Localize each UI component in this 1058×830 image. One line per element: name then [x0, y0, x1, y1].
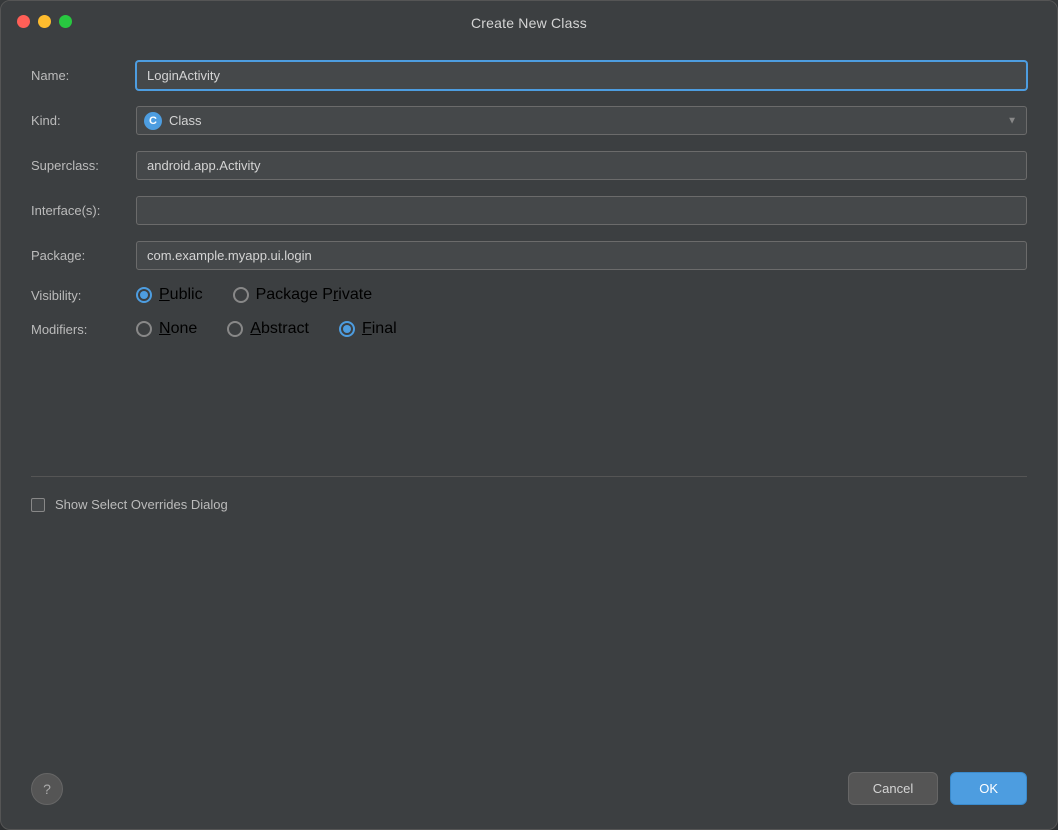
visibility-public-label: Public: [159, 286, 203, 304]
superclass-input[interactable]: [136, 151, 1027, 180]
interfaces-label: Interface(s):: [31, 203, 136, 218]
superclass-row: Superclass:: [31, 151, 1027, 180]
kind-row: Kind: C Class Interface Enum Annotation …: [31, 106, 1027, 135]
modifier-none-label: None: [159, 320, 197, 338]
visibility-radio-group: Public Package Private: [136, 286, 372, 304]
visibility-row: Visibility: Public Package Private: [31, 286, 1027, 304]
interfaces-row: Interface(s):: [31, 196, 1027, 225]
close-button[interactable]: [17, 15, 30, 28]
package-label: Package:: [31, 248, 136, 263]
modifier-none-radio[interactable]: [136, 321, 152, 337]
modifier-final-label: Final: [362, 320, 397, 338]
modifier-abstract-option[interactable]: Abstract: [227, 320, 309, 338]
divider: [31, 476, 1027, 477]
ok-button[interactable]: OK: [950, 772, 1027, 805]
help-button[interactable]: ?: [31, 773, 63, 805]
modifiers-radio-group: None Abstract Final: [136, 320, 397, 338]
visibility-package-private-option[interactable]: Package Private: [233, 286, 373, 304]
show-overrides-row: Show Select Overrides Dialog: [31, 497, 1027, 512]
modifiers-row: Modifiers: None Abstract Final: [31, 320, 1027, 338]
modifier-final-option[interactable]: Final: [339, 320, 397, 338]
show-overrides-checkbox[interactable]: [31, 498, 45, 512]
kind-select[interactable]: Class Interface Enum Annotation: [136, 106, 1027, 135]
dialog-title: Create New Class: [471, 15, 587, 31]
visibility-package-private-label: Package Private: [256, 286, 373, 304]
visibility-public-option[interactable]: Public: [136, 286, 203, 304]
interfaces-input[interactable]: [136, 196, 1027, 225]
kind-label: Kind:: [31, 113, 136, 128]
package-row: Package:: [31, 241, 1027, 270]
superclass-label: Superclass:: [31, 158, 136, 173]
cancel-button[interactable]: Cancel: [848, 772, 938, 805]
name-row: Name:: [31, 61, 1027, 90]
name-label: Name:: [31, 68, 136, 83]
kind-select-wrapper: C Class Interface Enum Annotation ▼: [136, 106, 1027, 135]
visibility-label: Visibility:: [31, 288, 136, 303]
minimize-button[interactable]: [38, 15, 51, 28]
modifier-final-radio[interactable]: [339, 321, 355, 337]
dialog-content: Name: Kind: C Class Interface Enum Annot…: [1, 41, 1057, 756]
footer-buttons: Cancel OK: [848, 772, 1027, 805]
modifier-abstract-radio[interactable]: [227, 321, 243, 337]
title-bar: Create New Class: [1, 1, 1057, 41]
modifiers-label: Modifiers:: [31, 322, 136, 337]
modifier-abstract-label: Abstract: [250, 320, 309, 338]
modifier-none-option[interactable]: None: [136, 320, 197, 338]
visibility-package-private-radio[interactable]: [233, 287, 249, 303]
visibility-public-radio[interactable]: [136, 287, 152, 303]
create-new-class-dialog: Create New Class Name: Kind: C Class Int…: [0, 0, 1058, 830]
dialog-footer: ? Cancel OK: [1, 756, 1057, 829]
package-input[interactable]: [136, 241, 1027, 270]
maximize-button[interactable]: [59, 15, 72, 28]
name-input[interactable]: [136, 61, 1027, 90]
show-overrides-label[interactable]: Show Select Overrides Dialog: [55, 497, 228, 512]
window-controls: [17, 15, 72, 28]
